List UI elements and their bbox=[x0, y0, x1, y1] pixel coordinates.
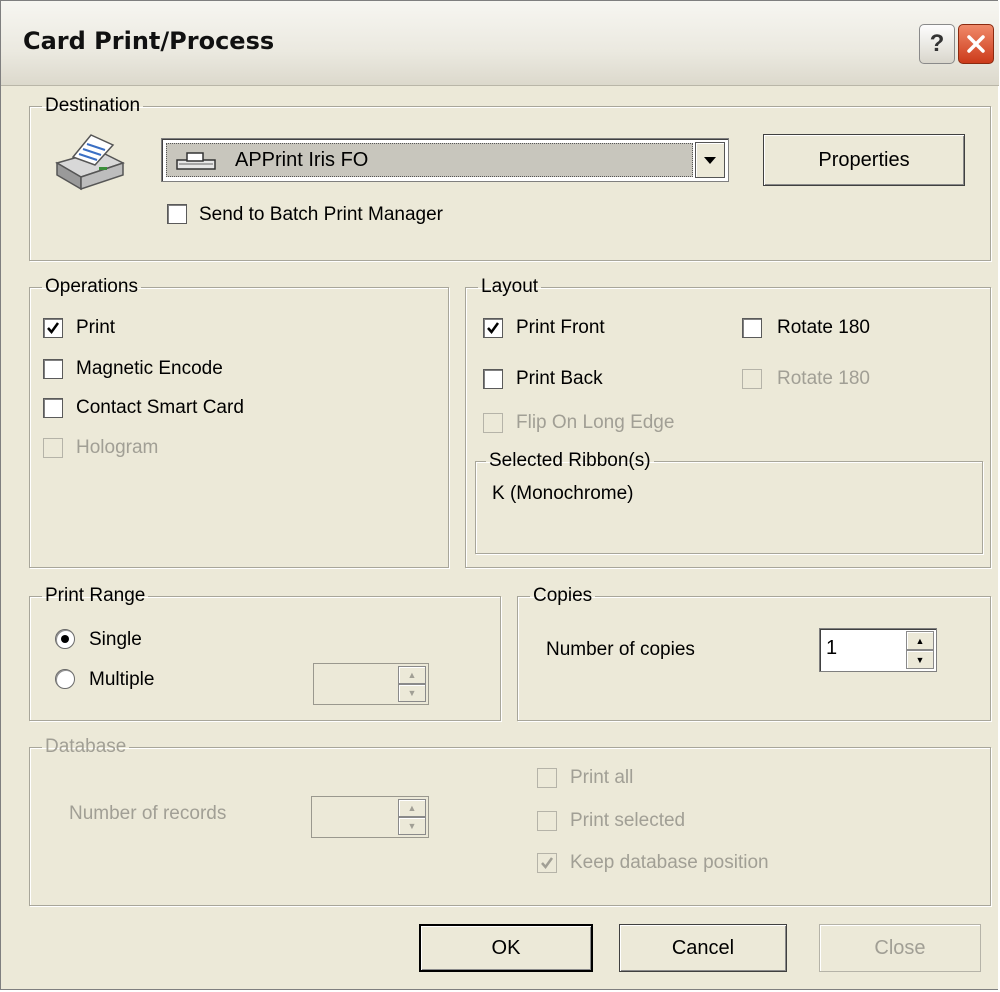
chevron-down-icon bbox=[704, 156, 716, 164]
multiple-label: Multiple bbox=[89, 669, 155, 690]
print-all-label: Print all bbox=[570, 767, 634, 788]
spin-down-icon[interactable]: ▼ bbox=[906, 650, 934, 669]
hologram-checkbox bbox=[43, 438, 63, 458]
radio-selected-dot bbox=[61, 635, 69, 643]
magnetic-encode-label: Magnetic Encode bbox=[76, 358, 223, 379]
selected-ribbons-legend: Selected Ribbon(s) bbox=[489, 450, 651, 471]
print-selected-label: Print selected bbox=[570, 810, 686, 831]
print-range-group: Print Range bbox=[29, 585, 501, 721]
keep-position-checkbox bbox=[537, 853, 557, 873]
copies-value: 1 bbox=[826, 637, 838, 659]
print-checkbox[interactable] bbox=[43, 318, 63, 338]
printer-select[interactable]: APPrint Iris FO bbox=[161, 138, 729, 182]
rotate-front-checkbox[interactable] bbox=[742, 318, 762, 338]
hologram-label: Hologram bbox=[76, 437, 159, 458]
title-bar: Card Print/Process ? bbox=[1, 1, 999, 86]
records-spinner: ▲ ▼ bbox=[311, 796, 429, 838]
magnetic-encode-checkbox[interactable] bbox=[43, 359, 63, 379]
spin-up-icon[interactable]: ▲ bbox=[906, 631, 934, 650]
dialog-title: Card Print/Process bbox=[23, 27, 275, 55]
ok-label: OK bbox=[491, 936, 521, 959]
checkmark-icon bbox=[487, 322, 500, 335]
single-label: Single bbox=[89, 629, 142, 650]
print-back-label: Print Back bbox=[516, 368, 603, 389]
print-label: Print bbox=[76, 317, 116, 338]
spin-down-icon: ▼ bbox=[398, 817, 426, 835]
batch-print-checkbox[interactable] bbox=[167, 204, 187, 224]
card-print-dialog: Card Print/Process ? Destination APPrint… bbox=[0, 0, 999, 990]
copies-legend: Copies bbox=[533, 585, 593, 606]
close-button: Close bbox=[819, 924, 981, 972]
small-printer-icon bbox=[176, 152, 216, 170]
print-all-checkbox bbox=[537, 768, 557, 788]
print-back-checkbox[interactable] bbox=[483, 369, 503, 389]
printer-name: APPrint Iris FO bbox=[235, 149, 369, 171]
print-range-legend: Print Range bbox=[45, 585, 146, 606]
layout-legend: Layout bbox=[481, 276, 539, 297]
keep-position-label: Keep database position bbox=[570, 852, 769, 873]
flip-long-edge-label: Flip On Long Edge bbox=[516, 412, 675, 433]
rotate-front-label: Rotate 180 bbox=[777, 317, 870, 338]
question-icon: ? bbox=[929, 30, 945, 57]
print-selected-checkbox bbox=[537, 811, 557, 831]
flip-long-edge-checkbox bbox=[483, 413, 503, 433]
spinner-arrows: ▲ ▼ bbox=[398, 799, 426, 835]
database-legend: Database bbox=[45, 736, 127, 757]
multiple-radio[interactable] bbox=[55, 669, 75, 689]
single-radio[interactable] bbox=[55, 629, 75, 649]
properties-label: Properties bbox=[818, 148, 910, 171]
number-of-copies-label: Number of copies bbox=[546, 639, 695, 660]
printer-icon bbox=[55, 134, 125, 191]
close-window-button[interactable] bbox=[958, 24, 994, 64]
print-front-checkbox[interactable] bbox=[483, 318, 503, 338]
spinner-arrows: ▲ ▼ bbox=[906, 631, 934, 669]
checkmark-icon bbox=[541, 857, 554, 870]
operations-legend: Operations bbox=[45, 276, 138, 297]
print-front-label: Print Front bbox=[516, 317, 605, 338]
ok-button[interactable]: OK bbox=[419, 924, 593, 972]
destination-legend: Destination bbox=[45, 95, 141, 116]
ribbon-value: K (Monochrome) bbox=[492, 483, 634, 504]
printer-select-value-area: APPrint Iris FO bbox=[166, 143, 693, 177]
spin-down-icon: ▼ bbox=[398, 684, 426, 702]
cancel-label: Cancel bbox=[671, 936, 735, 959]
cancel-button[interactable]: Cancel bbox=[619, 924, 787, 972]
multiple-range-spinner: ▲ ▼ bbox=[313, 663, 429, 705]
spin-up-icon: ▲ bbox=[398, 799, 426, 817]
contact-smart-card-checkbox[interactable] bbox=[43, 398, 63, 418]
spinner-arrows: ▲ ▼ bbox=[398, 666, 426, 702]
contact-smart-card-label: Contact Smart Card bbox=[76, 397, 244, 418]
help-button[interactable]: ? bbox=[919, 24, 955, 64]
number-of-records-label: Number of records bbox=[69, 803, 227, 824]
copies-spinner[interactable]: 1 ▲ ▼ bbox=[819, 628, 937, 672]
printer-dropdown-button[interactable] bbox=[695, 142, 725, 178]
rotate-back-label: Rotate 180 bbox=[777, 368, 870, 389]
close-label: Close bbox=[874, 936, 926, 959]
rotate-back-checkbox bbox=[742, 369, 762, 389]
properties-button[interactable]: Properties bbox=[763, 134, 965, 186]
checkmark-icon bbox=[47, 322, 60, 335]
close-icon bbox=[967, 35, 985, 53]
spin-up-icon: ▲ bbox=[398, 666, 426, 684]
batch-print-label: Send to Batch Print Manager bbox=[199, 204, 443, 225]
